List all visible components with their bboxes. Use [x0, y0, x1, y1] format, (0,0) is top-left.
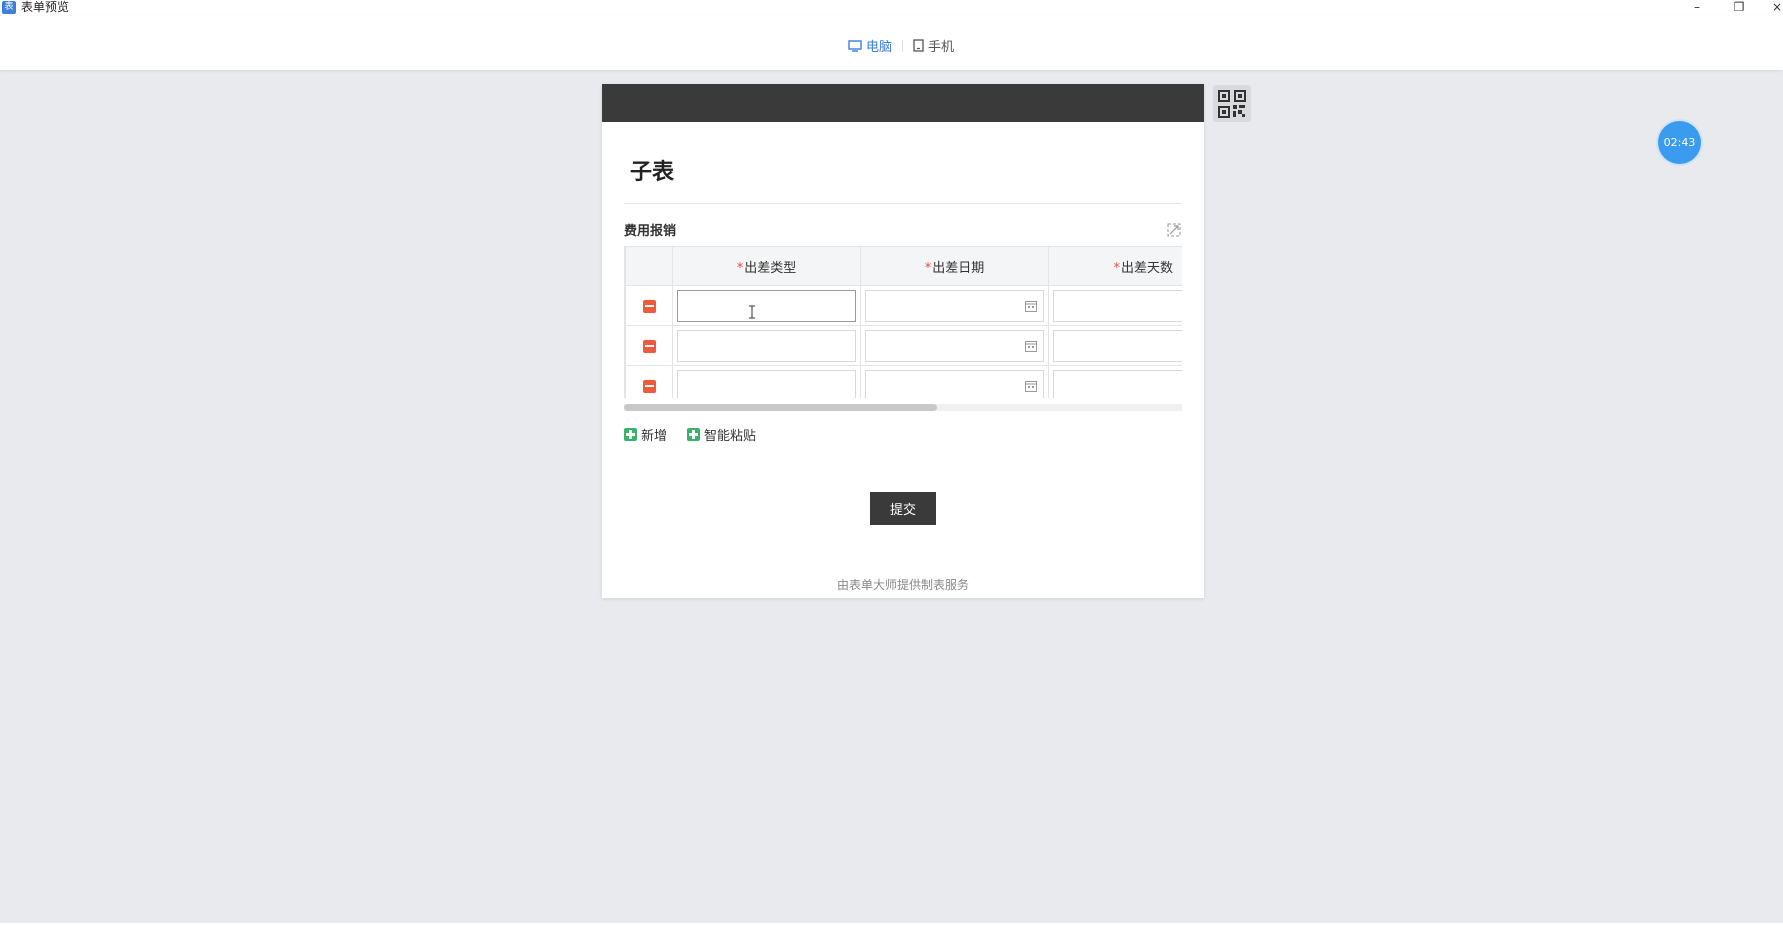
title-divider	[624, 203, 1182, 204]
scrollbar-thumb[interactable]	[624, 404, 937, 411]
restore-button[interactable]: ❐	[1729, 0, 1749, 14]
text-cursor-icon	[749, 305, 755, 318]
days-cell	[1048, 365, 1182, 398]
column-header-days: *出差天数	[1048, 246, 1182, 286]
subtable: *出差类型 *出差日期 *出差天数	[625, 246, 1182, 398]
date-cell	[860, 365, 1049, 398]
form-header-banner	[602, 84, 1204, 122]
plus-icon	[624, 428, 637, 441]
close-button[interactable]: ×	[1767, 0, 1783, 14]
date-cell	[860, 285, 1049, 326]
calendar-icon	[1025, 380, 1037, 392]
row-control-cell	[625, 285, 673, 326]
subtable-header-row: *出差类型 *出差日期 *出差天数	[625, 246, 1182, 286]
device-tabs: 电脑 手机	[848, 36, 954, 55]
required-mark: *	[1113, 260, 1120, 276]
submit-button[interactable]: 提交	[870, 492, 936, 525]
tab-divider	[902, 39, 904, 52]
type-cell	[672, 285, 861, 326]
column-header-date: *出差日期	[860, 246, 1049, 286]
qr-code-icon	[1218, 90, 1246, 118]
phone-icon	[913, 39, 924, 52]
date-input[interactable]	[865, 369, 1044, 398]
column-label: 出差类型	[744, 260, 797, 276]
type-cell	[672, 365, 861, 398]
timer-badge[interactable]: 02:43	[1658, 121, 1701, 164]
smart-paste-button[interactable]: 智能粘贴	[687, 425, 756, 444]
minimize-button[interactable]: –	[1687, 0, 1707, 14]
form-title: 子表	[630, 160, 675, 185]
footer-note: 由表单大师提供制表服务	[836, 578, 969, 592]
days-input[interactable]	[1053, 329, 1182, 362]
expand-icon[interactable]	[1166, 222, 1182, 238]
days-cell	[1048, 285, 1182, 326]
plus-icon	[687, 428, 701, 441]
add-row-button[interactable]: 新增	[624, 425, 667, 444]
days-cell	[1048, 325, 1182, 366]
row-control-cell	[625, 325, 673, 366]
delete-row-button[interactable]	[642, 380, 656, 393]
type-input[interactable]	[677, 329, 856, 362]
days-input[interactable]	[1053, 369, 1182, 398]
tab-desktop[interactable]: 电脑	[848, 36, 892, 55]
tab-mobile[interactable]: 手机	[913, 36, 954, 55]
table-row	[625, 325, 1182, 366]
type-input[interactable]	[677, 289, 856, 322]
required-mark: *	[924, 260, 932, 276]
window-titlebar: 表 表单预览 – ❐ ×	[0, 0, 1783, 16]
window-title: 表单预览	[21, 0, 70, 14]
column-label: 出差日期	[932, 260, 985, 276]
required-mark: *	[736, 260, 744, 276]
table-row	[625, 365, 1182, 398]
monitor-icon	[848, 39, 862, 52]
type-cell	[672, 325, 861, 366]
subtable-title: 费用报销	[624, 224, 677, 239]
form-card: 子表 费用报销 *出差类型 *出差日期 *出差天数 新增 智能粘贴 提交 由表单…	[602, 84, 1204, 598]
qr-code-button[interactable]	[1213, 85, 1251, 122]
column-label: 出差天数	[1120, 260, 1173, 276]
table-row	[625, 285, 1182, 326]
date-cell	[860, 325, 1049, 366]
date-input[interactable]	[865, 329, 1044, 362]
column-header-type: *出差类型	[672, 246, 861, 286]
header-control-cell	[625, 246, 673, 286]
add-row-label: 新增	[641, 429, 668, 444]
type-input[interactable]	[677, 369, 856, 398]
calendar-icon	[1025, 300, 1037, 312]
app-icon: 表	[2, 1, 16, 14]
device-switch-bar: 电脑 手机	[0, 16, 1783, 70]
subtable-actions: 新增 智能粘贴	[624, 425, 756, 444]
days-input[interactable]	[1053, 289, 1182, 322]
calendar-icon	[1025, 340, 1037, 352]
smart-paste-label: 智能粘贴	[704, 429, 757, 444]
tab-desktop-label: 电脑	[866, 40, 893, 55]
delete-row-button[interactable]	[642, 340, 656, 353]
delete-row-button[interactable]	[642, 300, 656, 313]
row-control-cell	[625, 365, 673, 398]
tab-mobile-label: 手机	[928, 40, 955, 55]
subtable-viewport: *出差类型 *出差日期 *出差天数	[624, 246, 1182, 398]
date-input[interactable]	[865, 289, 1044, 322]
horizontal-scrollbar[interactable]	[624, 404, 1182, 411]
